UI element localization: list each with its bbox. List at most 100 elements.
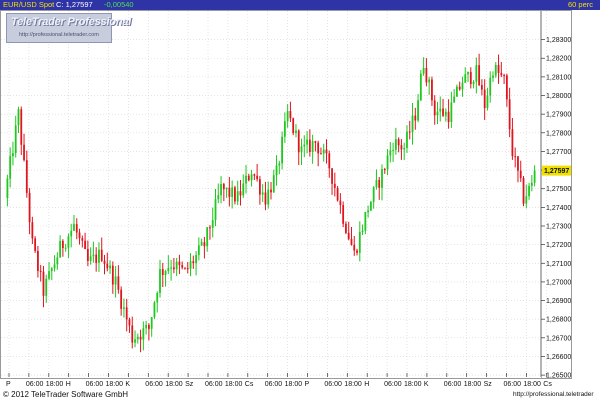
y-tick-label: 1,28300 [546,37,571,44]
candle-down [247,175,250,181]
candle-up [170,267,173,269]
candle-down [39,270,42,272]
candle-down [514,156,517,158]
candle-down [42,271,45,296]
candle-up [428,79,431,83]
candle-up [422,67,425,74]
candle-down [431,79,433,101]
candle-down [345,223,347,233]
candle-up [9,156,12,179]
candle-up [281,136,283,164]
candle-up [45,278,48,296]
candle-up [153,302,156,318]
x-tick-label: 06:00 [145,381,163,388]
candle-up [367,210,370,213]
x-tick-label: 06:00 [205,381,223,388]
candle-up [278,163,281,166]
website-link[interactable]: http://professional.teletrader [513,390,594,400]
candle-down [400,145,403,150]
candle-up [533,170,536,183]
candle-up [73,224,75,231]
candle-down [317,142,320,154]
y-tick-label: 1,27100 [546,261,571,268]
candle-up [275,165,278,176]
candle-up [89,256,92,261]
x-tick-label: P [6,381,11,388]
symbol-label: EUR/USD Spot [3,0,55,9]
x-tick-label: Cs [244,381,254,388]
candle-up [375,179,378,188]
candle-up [436,111,439,116]
x-tick-label: 06:00 [85,381,104,388]
candle-down [228,187,231,197]
candle-up [220,183,222,196]
x-tick-label: P [304,381,310,388]
candle-down [34,238,37,251]
candle-down [505,75,508,100]
candle-up [56,257,59,265]
candle-up [406,131,408,148]
x-tick-label: Sz [185,381,194,388]
candle-down [192,261,195,264]
y-tick-label: 1,28200 [546,56,571,63]
candle-up [6,178,9,199]
candle-down [425,67,428,83]
candle-down [442,108,444,116]
candle-down [336,187,339,201]
candle-up [358,231,361,253]
candle-down [483,89,486,109]
candle-up [439,108,442,112]
candle-up [231,187,234,197]
candle-up [175,261,178,270]
candle-down [78,232,81,239]
candle-up [417,100,419,121]
x-tick-label: 18:00 [105,381,124,388]
candle-down [342,205,345,224]
candle-down [333,183,336,188]
x-tick-label: 18:00 [404,381,422,388]
candle-up [411,115,414,133]
candle-down [478,65,481,86]
candle-up [67,236,70,248]
candle-down [120,289,123,309]
candle-up [12,153,14,157]
candle-up [530,182,533,186]
x-tick-label: 18:00 [45,381,64,388]
x-tick-label: 18:00 [523,381,541,388]
candle-up [419,73,422,101]
candle-down [353,244,356,251]
candle-down [497,65,500,73]
period-label: 60 perc [568,0,594,9]
candle-down [500,72,503,76]
x-tick-label: 18:00 [463,381,482,388]
candle-up [114,276,117,285]
candle-up [123,307,125,309]
candle-down [519,170,522,179]
candle-up [461,82,464,90]
candle-down [117,276,120,290]
candle-down [259,179,261,195]
candle-down [347,232,350,239]
candle-down [75,224,78,233]
candle-down [256,175,259,180]
candle-up [145,325,148,329]
candle-down [20,109,23,145]
candle-down [320,153,322,155]
candle-up [59,240,62,258]
last-price-label: 1,27597 [544,168,569,175]
candle-up [134,339,136,343]
candle-down [25,160,28,193]
candle-up [453,96,456,103]
candle-down [253,174,256,176]
x-tick-label: 18:00 [284,381,303,388]
chart-header-bar: EUR/USD Spot C: 1,27597 -0,00540 60 perc [0,0,600,10]
candle-down [328,153,331,169]
candle-up [492,75,494,78]
candle-down [408,131,411,133]
candle-up [164,271,167,275]
plot-area[interactable]: 1,26500 1,26600 1,26700 1,26800 1,26900 1,270… [0,10,572,379]
candle-down [522,178,525,204]
x-tick-label: 06:00 [264,381,283,388]
candle-up [261,192,264,195]
x-tick-label: 06:00 [503,381,522,388]
